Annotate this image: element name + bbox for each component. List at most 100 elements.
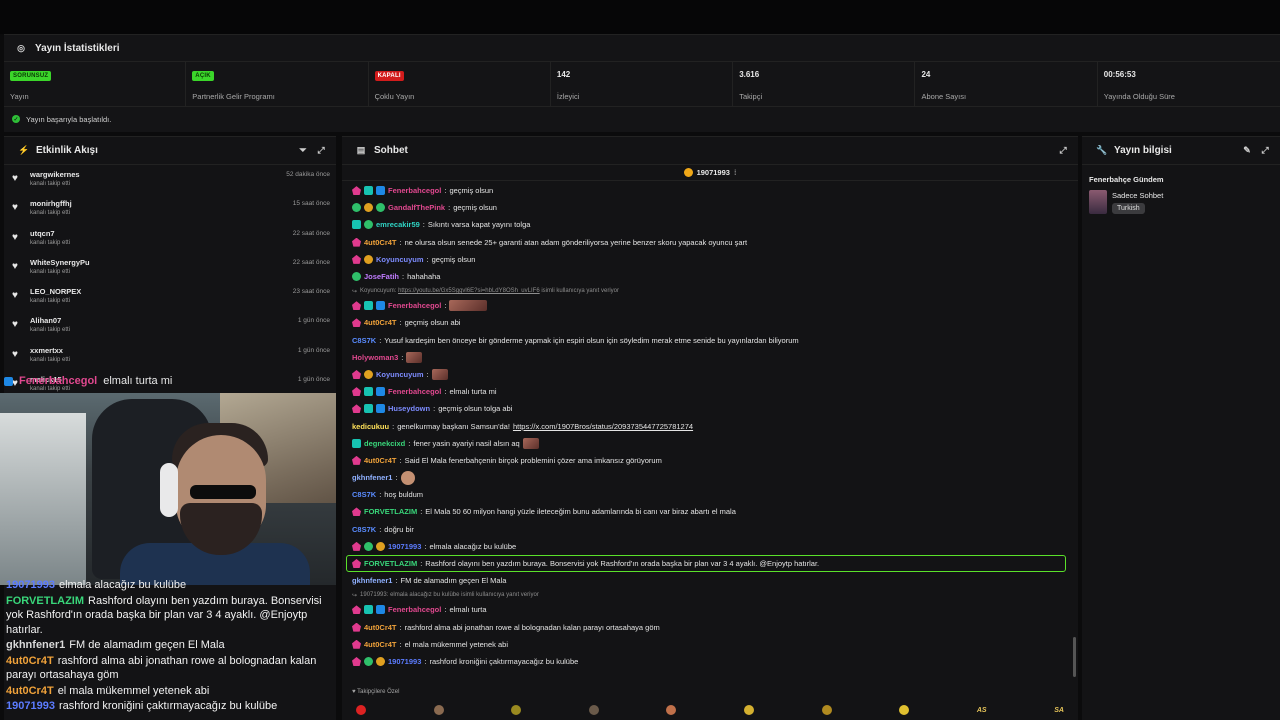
chat-username[interactable]: Holywoman3	[352, 353, 398, 362]
chat-message[interactable]: FORVETLAZIM: El Mala 50 60 milyon hangi y…	[342, 503, 1072, 520]
language-tag[interactable]: Turkish	[1112, 203, 1145, 214]
chat-message[interactable]: kedicukuu: genelkurmay başkanı Samsun'da!…	[342, 417, 1072, 434]
chat-message[interactable]: 4ut0Cr4T: ne olursa olsun senede 25+ gara…	[342, 234, 1072, 251]
chat-message[interactable]: Koyuncuyum:	[342, 366, 1072, 383]
chat-message[interactable]: 4ut0Cr4T: el mala mükemmel yetenek abi	[342, 636, 1072, 653]
overlay-username: Fenerbahcegol	[19, 375, 98, 387]
chat-username[interactable]: 19071993	[388, 542, 421, 551]
emote[interactable]: SA	[1054, 707, 1064, 714]
emote[interactable]	[666, 705, 677, 715]
chat-username[interactable]: C8S7K	[352, 525, 376, 534]
activity-item[interactable]: ♥ WhiteSynergyPu kanalı takip etti 22 saat …	[4, 253, 336, 282]
activity-item[interactable]: ♥ xxmertxx kanalı takip etti 1 gün önce	[4, 341, 336, 370]
emote[interactable]	[821, 705, 832, 715]
heart-icon: ♥	[12, 290, 18, 302]
emote[interactable]	[899, 705, 910, 715]
emote	[400, 470, 415, 485]
activity-item[interactable]: ♥ Alihan07 kanalı takip etti 1 gün önce	[4, 311, 336, 340]
highlighted-chat-message[interactable]: FORVETLAZIM: Rashford olayını ben yazdım …	[346, 554, 1066, 573]
chat-message[interactable]: C8S7K: hoş buldum	[342, 486, 1072, 503]
chat-message[interactable]: JoseFatih: hahahaha	[342, 268, 1072, 285]
follower-name: WhiteSynergyPu	[30, 257, 90, 267]
chat-username[interactable]: Koyuncuyum	[376, 255, 424, 264]
chat-username[interactable]: 4ut0Cr4T	[364, 456, 397, 465]
chat-message[interactable]: 19071993: elmala alacağız bu kulübe	[342, 538, 1072, 555]
chat-message[interactable]: Fenerbahcegol: elmalı turta mi	[342, 383, 1072, 400]
chat-username[interactable]: Fenerbahcegol	[388, 301, 441, 310]
chat-message[interactable]: Koyuncuyum: geçmiş olsun	[342, 251, 1072, 268]
chat-username[interactable]: FORVETLAZIM	[364, 507, 417, 516]
chat-username[interactable]: C8S7K	[352, 336, 376, 345]
emote[interactable]	[433, 705, 444, 715]
chat-username[interactable]: degnekcixd	[364, 439, 405, 448]
chat-username[interactable]: JoseFatih	[364, 272, 399, 281]
activity-item[interactable]: ♥ wargwikernes kanalı takip etti 52 dakika …	[4, 165, 336, 194]
chat-username[interactable]: 19071993	[388, 657, 421, 666]
chat-username[interactable]: gkhnfener1	[352, 473, 392, 482]
chat-username[interactable]: 4ut0Cr4T	[364, 318, 397, 327]
chat-text: geçmiş olsun	[431, 254, 476, 264]
chat-username[interactable]: 4ut0Cr4T	[364, 623, 397, 632]
chat-username[interactable]: Koyuncuyum	[376, 370, 424, 379]
emote[interactable]	[744, 705, 755, 715]
category-thumbnail	[1089, 190, 1107, 214]
chat-username[interactable]: 4ut0Cr4T	[364, 640, 397, 649]
chat-username[interactable]: GandalfThePink	[388, 203, 445, 212]
chat-message[interactable]: 19071993: rashford kroniğini çaktırmayaca…	[342, 653, 1072, 670]
emote	[522, 437, 539, 449]
chat-message[interactable]: C8S7K: doğru bir	[342, 521, 1072, 538]
chat-message[interactable]: Fenerbahcegol: elmalı turta	[342, 601, 1072, 618]
chat-username[interactable]: Huseydown	[388, 404, 430, 413]
status-badge: SORUNSUZ	[10, 71, 52, 81]
edit-icon[interactable]: ✎	[1242, 145, 1252, 156]
user-badge-icon	[364, 186, 373, 196]
expand-icon[interactable]: ⤢	[316, 145, 326, 156]
chat-message[interactable]: gkhnfener1:	[342, 469, 1072, 486]
emote[interactable]	[356, 705, 366, 715]
chat-username[interactable]: gkhnfener1	[352, 576, 392, 585]
target-icon: ◎	[17, 42, 25, 53]
user-badge-icon	[352, 186, 361, 196]
chat-text: geçmiş olsun	[449, 186, 494, 196]
user-badge-icon	[352, 541, 361, 551]
chat-username[interactable]: 4ut0Cr4T	[364, 238, 397, 247]
chat-message[interactable]: 4ut0Cr4T: geçmiş olsun abi	[342, 314, 1072, 331]
chat-message[interactable]: degnekcixd: fener yasin ayariyi nasil als…	[342, 435, 1072, 452]
activity-item[interactable]: ♥ monirhgffhj kanalı takip etti 15 saat önc…	[4, 194, 336, 223]
stats-title: Yayın İstatistikleri	[35, 42, 120, 54]
reply-user: 19071993	[360, 592, 387, 599]
chat-message[interactable]: GandalfThePink: geçmiş olsun	[342, 199, 1072, 216]
reply-context: ↪ Koyuncuyum: https://youtu.be/Gx5Sggvl6E…	[352, 288, 620, 295]
reply-link[interactable]: https://youtu.be/Gx5Sggvl6E?si=hbLdY8OSh…	[398, 288, 540, 294]
emote[interactable]	[588, 705, 599, 715]
chat-message[interactable]: emrecakir59: Sıkıntı varsa kapat yayını t…	[342, 216, 1072, 233]
stat-label: Yayında Olduğu Süre	[1103, 92, 1175, 101]
chat-message[interactable]: C8S7K: Yusuf kardeşim ben önceye bir gönd…	[342, 332, 1072, 349]
chat-message[interactable]: 4ut0Cr4T: rashford alma abi jonathan rowe…	[342, 619, 1072, 636]
activity-item[interactable]: ♥ LEO_NORPEX kanalı takip etti 23 saat önce	[4, 282, 336, 311]
chat-scrollbar[interactable]	[1073, 637, 1076, 677]
chat-message[interactable]: Huseydown: geçmiş olsun tolga abi	[342, 400, 1072, 417]
emote[interactable]: AS	[977, 707, 987, 714]
filter-icon[interactable]: ⏷	[298, 145, 308, 156]
expand-icon[interactable]: ⤢	[1058, 145, 1068, 156]
chat-username[interactable]: Fenerbahcegol	[388, 186, 441, 195]
chat-message[interactable]: Fenerbahcegol:	[342, 297, 1072, 314]
chat-username[interactable]: FORVETLAZIM	[364, 559, 417, 568]
chat-message[interactable]: Holywoman3:	[342, 349, 1072, 366]
overlay-message: FM de alamadım geçen El Mala	[69, 639, 225, 651]
chat-username[interactable]: Fenerbahcegol	[388, 387, 441, 396]
chat-message[interactable]: 4ut0Cr4T: Said El Mala fenerbahçenin birç…	[342, 452, 1072, 469]
activity-item[interactable]: ♥ utqcn7 kanalı takip etti 22 saat önce	[4, 224, 336, 253]
chat-message[interactable]: gkhnfener1: FM de alamadım geçen El Mala	[342, 572, 1072, 589]
chat-message[interactable]: Fenerbahcegol: geçmiş olsun	[342, 182, 1072, 199]
chat-username[interactable]: emrecakir59	[376, 220, 420, 229]
chat-link[interactable]: https://x.com/1907Bros/status/2093735447…	[513, 422, 693, 431]
expand-icon[interactable]: ⤢	[1260, 145, 1270, 156]
chat-username[interactable]: Fenerbahcegol	[388, 605, 441, 614]
emote[interactable]	[511, 705, 522, 715]
emote	[431, 368, 448, 380]
chat-username[interactable]: kedicukuu	[352, 422, 389, 431]
pinned-user[interactable]: 19071993 ⁞	[342, 165, 1078, 181]
chat-username[interactable]: C8S7K	[352, 490, 376, 499]
